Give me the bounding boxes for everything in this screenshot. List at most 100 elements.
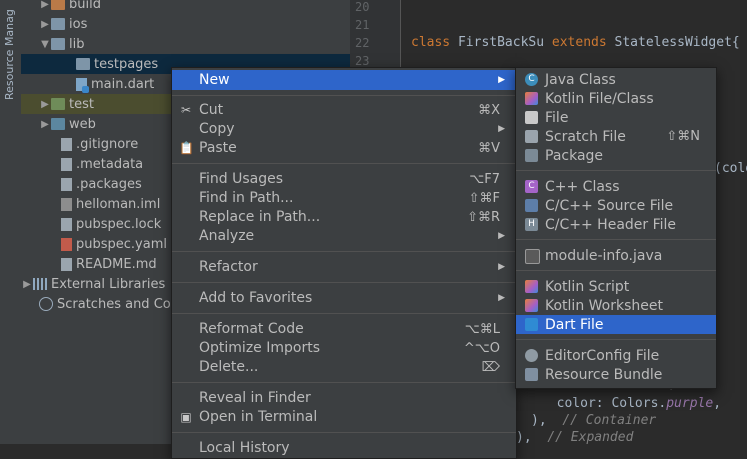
menu-item-label: Replace in Path... (199, 209, 321, 225)
file-icon (525, 111, 538, 124)
submenu-item-kotlin-script[interactable]: Kotlin Script (516, 277, 716, 296)
menu-item-replace-in-path[interactable]: Replace in Path... ⇧⌘R (172, 207, 516, 227)
tree-item-lib[interactable]: ▼ lib (21, 34, 368, 54)
menu-item-label: Open in Terminal (199, 409, 318, 425)
menu-item-analyze[interactable]: Analyze ▶ (172, 226, 516, 246)
code-fragment-colo: (colo (714, 161, 747, 176)
code-line-class-decl: class FirstBackSu extends StatelessWidge… (411, 35, 740, 50)
punctuation: ), (531, 413, 563, 428)
terminal-icon: ▣ (180, 410, 192, 424)
menu-item-find-usages[interactable]: Find Usages ⌥F7 (172, 169, 516, 189)
submenu-item-cpp-source[interactable]: C/C++ Source File (516, 196, 716, 215)
menu-item-optimize-imports[interactable]: Optimize Imports ^⌥O (172, 338, 516, 358)
menu-item-reformat-code[interactable]: Reformat Code ⌥⌘L (172, 319, 516, 339)
submenu-item-label: Kotlin Worksheet (545, 297, 663, 314)
punctuation: , (713, 396, 722, 411)
menu-item-label: Reformat Code (199, 321, 304, 337)
menu-item-add-to-favorites[interactable]: Add to Favorites ▶ (172, 288, 516, 308)
new-submenu: C Java Class Kotlin File/Class File Scra… (515, 67, 717, 389)
submenu-item-cpp-header[interactable]: H C/C++ Header File (516, 215, 716, 234)
submenu-item-scratch-file[interactable]: Scratch File ⇧⌘N (516, 127, 716, 146)
tree-item-label: .gitignore (76, 136, 139, 152)
file-icon (61, 137, 72, 151)
menu-item-delete[interactable]: Delete... ⌦ (172, 357, 516, 377)
code-line-expanded-close: ), // Expanded (516, 430, 633, 445)
chevron-right-icon: ▶ (498, 293, 505, 303)
chevron-right-icon[interactable]: ▶ (39, 119, 51, 130)
menu-item-find-in-path[interactable]: Find in Path... ⇧⌘F (172, 188, 516, 208)
submenu-item-package[interactable]: Package (516, 146, 716, 165)
chevron-right-icon[interactable]: ▶ (39, 19, 51, 30)
submenu-item-cpp-class[interactable]: C C++ Class (516, 177, 716, 196)
submenu-item-label: File (545, 109, 569, 126)
identifier: FirstBackSu (450, 35, 552, 50)
libraries-icon (33, 278, 47, 290)
menu-item-new[interactable]: New ▶ (172, 70, 516, 90)
submenu-item-kotlin-file-class[interactable]: Kotlin File/Class (516, 89, 716, 108)
submenu-item-label: C/C++ Header File (545, 216, 677, 233)
submenu-item-java-class[interactable]: C Java Class (516, 70, 716, 89)
tree-item-label: lib (69, 36, 85, 52)
shortcut: ⇧⌘R (467, 209, 500, 225)
menu-item-open-in-terminal[interactable]: ▣ Open in Terminal (172, 407, 516, 427)
shortcut: ^⌥O (463, 340, 500, 356)
tree-item-build[interactable]: ▶ build (21, 0, 368, 14)
menu-item-label: Reveal in Finder (199, 390, 311, 406)
chevron-right-icon[interactable]: ▶ (21, 279, 33, 290)
submenu-item-dart-file[interactable]: Dart File (516, 315, 716, 334)
submenu-item-label: C/C++ Source File (545, 197, 674, 214)
shortcut: ⌘V (478, 140, 500, 156)
menu-item-label: Optimize Imports (199, 340, 320, 356)
chevron-right-icon: ▶ (498, 231, 505, 241)
menu-item-label: Cut (199, 102, 224, 118)
folder-icon (51, 118, 65, 130)
submenu-item-label: Resource Bundle (545, 366, 663, 383)
punctuation: ), (516, 430, 548, 445)
constant: purple (666, 396, 714, 411)
shortcut: ⇧⌘N (666, 129, 700, 144)
menu-separator (516, 239, 716, 240)
kotlin-icon (525, 280, 538, 293)
menu-separator (172, 282, 516, 283)
chevron-right-icon[interactable]: ▶ (39, 0, 51, 10)
submenu-item-file[interactable]: File (516, 108, 716, 127)
code-line-container-close: ), // Container (531, 413, 656, 428)
folder-icon (51, 98, 65, 110)
folder-icon (51, 38, 65, 50)
tree-item-ios[interactable]: ▶ ios (21, 14, 368, 34)
submenu-item-module-info[interactable]: module-info.java (516, 246, 716, 265)
submenu-item-editorconfig[interactable]: EditorConfig File (516, 346, 716, 365)
submenu-item-resource-bundle[interactable]: Resource Bundle (516, 365, 716, 384)
tree-item-label: README.md (76, 256, 157, 272)
tree-item-label: pubspec.yaml (76, 236, 167, 252)
tree-item-label: pubspec.lock (76, 216, 162, 232)
chevron-right-icon: ▶ (498, 262, 505, 272)
menu-item-reveal-in-finder[interactable]: Reveal in Finder (172, 388, 516, 408)
chevron-down-icon[interactable]: ▼ (39, 39, 51, 50)
menu-item-cut[interactable]: ✂ Cut ⌘X (172, 100, 516, 120)
menu-item-label: Delete... (199, 359, 259, 375)
resource-manager-tab[interactable]: Resource Manag (3, 9, 16, 100)
tree-item-label: External Libraries (51, 276, 166, 292)
menu-item-paste[interactable]: 📋 Paste ⌘V (172, 138, 516, 158)
menu-item-local-history[interactable]: Local History (172, 438, 516, 458)
submenu-item-label: module-info.java (545, 247, 663, 264)
menu-item-refactor[interactable]: Refactor ▶ (172, 257, 516, 277)
chevron-right-icon[interactable]: ▶ (39, 99, 51, 110)
menu-item-label: New (199, 72, 230, 88)
shortcut: ⌥F7 (469, 171, 500, 187)
menu-separator (172, 251, 516, 252)
keyword: extends (551, 35, 607, 50)
shortcut: ⌘X (478, 102, 500, 118)
cpp-header-icon: H (525, 218, 538, 231)
menu-separator (172, 432, 516, 433)
menu-item-copy[interactable]: Copy ▶ (172, 119, 516, 139)
folder-icon (51, 18, 65, 30)
menu-item-label: Paste (199, 140, 237, 156)
submenu-item-kotlin-worksheet[interactable]: Kotlin Worksheet (516, 296, 716, 315)
comment: // Expanded (547, 430, 634, 445)
tree-item-label: .metadata (76, 156, 144, 172)
menu-separator (172, 382, 516, 383)
tree-item-label: helloman.iml (76, 196, 161, 212)
delete-key-icon: ⌦ (481, 359, 500, 375)
